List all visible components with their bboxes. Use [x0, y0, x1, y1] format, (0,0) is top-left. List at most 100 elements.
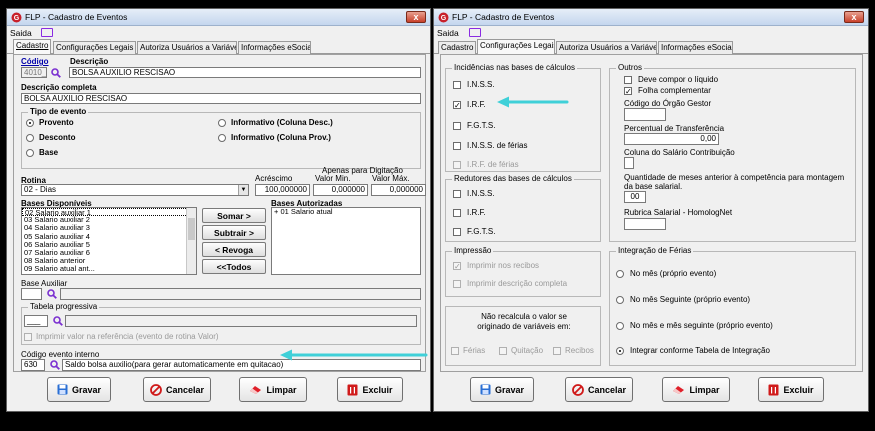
- list-scrollbar[interactable]: [186, 208, 196, 274]
- rubrica-input[interactable]: [624, 218, 666, 230]
- cancelar-button[interactable]: Cancelar: [143, 377, 211, 402]
- valor-min-label: Valor Min.: [315, 174, 351, 183]
- int-mes-seguinte-label: No mês Seguinte (próprio evento): [630, 295, 751, 304]
- limpar-button[interactable]: Limpar: [662, 377, 730, 402]
- tab-autoriza[interactable]: Autoriza Usuários a Variáveis: [137, 41, 237, 54]
- radio-info-prov[interactable]: [218, 134, 226, 142]
- red-irf-label: I.R.F.: [467, 208, 486, 217]
- gravar-button[interactable]: Gravar: [47, 377, 111, 402]
- left-menubar: Saida: [7, 26, 430, 40]
- limpar-button[interactable]: Limpar: [239, 377, 307, 402]
- red-irf-checkbox[interactable]: [453, 209, 461, 217]
- tab-autoriza[interactable]: Autoriza Usuários a Variáveis: [556, 41, 657, 54]
- tab-config-legais[interactable]: Configurações Legais: [477, 39, 555, 54]
- coluna-salario-input[interactable]: [624, 157, 634, 169]
- recalcula-text: Não recalcula o valor se originado de va…: [477, 312, 571, 331]
- cancelar-label: Cancelar: [165, 384, 205, 395]
- imprimir-recibos-checkbox[interactable]: ✓: [453, 262, 461, 271]
- red-fgts-label: F.G.T.S.: [467, 227, 496, 236]
- rec-ferias-checkbox[interactable]: [451, 347, 459, 355]
- int-mes-radio[interactable]: [616, 270, 624, 278]
- tab-cadastro[interactable]: Cadastro: [438, 41, 476, 54]
- tab-config-legais[interactable]: Configurações Legais: [53, 41, 136, 54]
- gravar-button[interactable]: Gravar: [470, 377, 534, 402]
- monitor-icon[interactable]: [469, 28, 481, 37]
- cancelar-button[interactable]: Cancelar: [565, 377, 633, 402]
- int-tabela-radio[interactable]: [616, 347, 624, 355]
- desc-completa-label: Descrição completa: [21, 83, 97, 92]
- descricao-input[interactable]: BOLSA AUXILIO RESCISAO: [69, 67, 421, 78]
- red-fgts-checkbox[interactable]: [453, 228, 461, 236]
- list-item[interactable]: + 01 Salario atual: [272, 208, 420, 216]
- radio-desconto[interactable]: [26, 134, 34, 142]
- close-button[interactable]: x: [406, 11, 426, 23]
- impressao-group: Impressão ✓ Imprimir nos recibos Imprimi…: [445, 246, 601, 297]
- menu-saida[interactable]: Saida: [437, 28, 459, 38]
- tab-esocial[interactable]: Informações eSocial: [658, 41, 733, 54]
- int-mes-e-seguinte-radio[interactable]: [616, 322, 624, 330]
- inc-irf-checkbox[interactable]: ✓: [453, 101, 461, 110]
- imprimir-checkbox[interactable]: [24, 333, 32, 341]
- valor-max-input[interactable]: 0,000000: [371, 184, 426, 196]
- search-icon[interactable]: [47, 289, 57, 299]
- tab-esocial[interactable]: Informações eSocial: [238, 41, 311, 54]
- right-tabs: Cadastro Configurações Legais Autoriza U…: [434, 39, 868, 54]
- inc-inss-ferias-checkbox[interactable]: [453, 142, 461, 150]
- red-inss-label: I.N.S.S.: [467, 189, 495, 198]
- imprimir-desc-checkbox[interactable]: [453, 280, 461, 288]
- chevron-down-icon[interactable]: ▼: [238, 185, 248, 195]
- somar-button[interactable]: Somar >: [202, 208, 266, 223]
- save-icon: [480, 384, 491, 395]
- tab-cadastro[interactable]: Cadastro: [13, 39, 51, 54]
- excluir-button[interactable]: Excluir: [758, 377, 824, 402]
- menu-saida[interactable]: Saida: [10, 28, 32, 38]
- cancel-icon: [150, 383, 162, 396]
- codigo-interno-input[interactable]: 630: [21, 359, 45, 371]
- inc-irf-ferias-checkbox[interactable]: [453, 161, 461, 169]
- inc-fgts-checkbox[interactable]: [453, 122, 461, 130]
- int-mes-seguinte-radio[interactable]: [616, 296, 624, 304]
- subtrair-button[interactable]: Subtrair >: [202, 225, 266, 240]
- desc-completa-input[interactable]: BOLSA AUXILIO RESCISAO: [21, 93, 421, 104]
- rotina-select[interactable]: 02 - Dias ▼: [21, 184, 249, 196]
- orgao-gestor-input[interactable]: [624, 108, 666, 121]
- excluir-button[interactable]: Excluir: [337, 377, 403, 402]
- rec-quitacao-checkbox[interactable]: [499, 347, 507, 355]
- red-inss-checkbox[interactable]: [453, 190, 461, 198]
- trash-icon: [768, 384, 779, 395]
- tabela-input[interactable]: ___: [24, 315, 48, 327]
- acrescimo-input[interactable]: 100,000000: [255, 184, 310, 196]
- revoga-button[interactable]: < Revoga: [202, 242, 266, 257]
- outros-group: Outros Deve compor o líquido ✓ Folha com…: [609, 63, 856, 242]
- deve-compor-checkbox[interactable]: [624, 76, 632, 84]
- scroll-thumb[interactable]: [188, 218, 195, 240]
- radio-base[interactable]: [26, 149, 34, 157]
- monitor-icon[interactable]: [41, 28, 53, 37]
- perc-transf-label: Percentual de Transferência: [624, 124, 725, 133]
- qtd-meses-input[interactable]: 00: [624, 191, 646, 203]
- codigo-label: Código: [21, 57, 49, 66]
- radio-info-desc[interactable]: [218, 119, 226, 127]
- perc-transf-input[interactable]: 0,00: [624, 133, 719, 145]
- bases-disp-list[interactable]: 02 Salario auxiliar 1 03 Salario auxilia…: [21, 207, 197, 275]
- search-icon[interactable]: [53, 316, 63, 326]
- inc-fgts-label: F.G.T.S.: [467, 121, 496, 130]
- int-mes-label: No mês (próprio evento): [630, 269, 717, 278]
- valor-min-input[interactable]: 0,000000: [313, 184, 368, 196]
- search-icon[interactable]: [51, 68, 61, 78]
- bases-aut-list[interactable]: + 01 Salario atual: [271, 207, 421, 275]
- radio-provento[interactable]: [26, 119, 34, 127]
- limpar-label: Limpar: [266, 384, 297, 395]
- base-auxiliar-input[interactable]: [21, 288, 42, 300]
- rec-recibos-checkbox[interactable]: [553, 347, 561, 355]
- codigo-input[interactable]: 4010_: [21, 67, 47, 78]
- folha-compl-checkbox[interactable]: ✓: [624, 87, 632, 96]
- search-icon[interactable]: [50, 360, 60, 370]
- outros-title: Outros: [616, 63, 645, 72]
- close-button[interactable]: x: [844, 11, 864, 23]
- inc-inss-checkbox[interactable]: [453, 81, 461, 89]
- incidencias-group: Incidências nas bases de cálculos I.N.S.…: [445, 63, 601, 172]
- list-item[interactable]: 09 Salario atual ant...: [22, 265, 196, 273]
- base-auxiliar-label: Base Auxiliar: [21, 279, 68, 288]
- todos-button[interactable]: <<Todos: [202, 259, 266, 274]
